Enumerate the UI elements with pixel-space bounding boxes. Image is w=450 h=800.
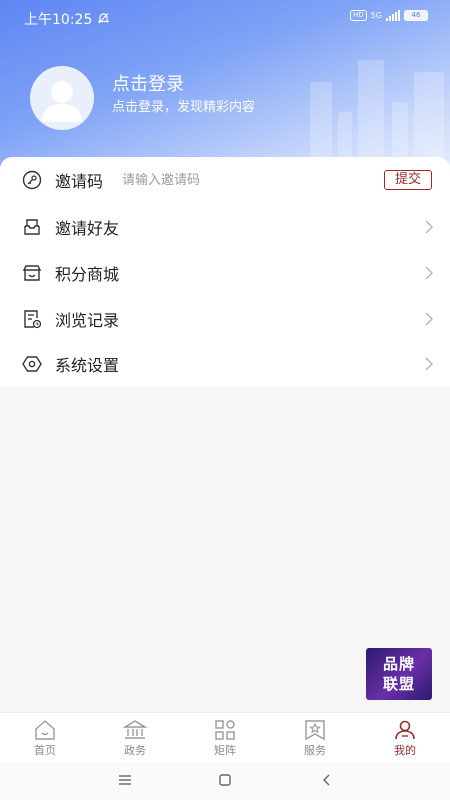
invite-code-row: 邀请码 提交 bbox=[0, 157, 450, 203]
chevron-right-icon bbox=[425, 312, 433, 326]
battery-icon: 46 bbox=[404, 10, 428, 21]
tab-matrix[interactable]: 矩阵 bbox=[180, 713, 270, 762]
menu-item-system-settings[interactable]: 系统设置 bbox=[0, 341, 450, 387]
signal-icon bbox=[386, 10, 400, 21]
tab-government[interactable]: 政务 bbox=[90, 713, 180, 762]
back-icon[interactable] bbox=[318, 772, 336, 788]
menu-card: 邀请码 提交 邀请好友 积分商城 浏览记录 bbox=[0, 157, 450, 387]
network-type: 5G bbox=[370, 11, 382, 20]
chevron-right-icon bbox=[425, 266, 433, 280]
tab-mine[interactable]: 我的 bbox=[360, 713, 450, 762]
alarm-off-icon bbox=[97, 13, 109, 24]
menu-item-label: 浏览记录 bbox=[55, 311, 120, 330]
home-button-icon[interactable] bbox=[216, 772, 234, 788]
menu-item-label: 系统设置 bbox=[55, 356, 120, 375]
menu-item-invite-friends[interactable]: 邀请好友 bbox=[0, 204, 450, 250]
status-time: 上午10:25 bbox=[24, 9, 110, 29]
history-icon bbox=[24, 310, 42, 329]
login-title[interactable]: 点击登录 bbox=[112, 70, 184, 96]
bottom-tab-bar: 首页 政务 矩阵 服务 我的 bbox=[0, 712, 450, 762]
profile-header: 上午10:25 HD 5G 46 点击登录 点击登录，发现精彩内容 bbox=[0, 0, 450, 172]
service-icon bbox=[305, 720, 325, 741]
key-icon bbox=[22, 170, 42, 190]
hd-badge: HD bbox=[350, 10, 367, 21]
menu-item-label: 邀请好友 bbox=[55, 219, 120, 238]
tab-label: 矩阵 bbox=[214, 744, 236, 757]
invite-code-input[interactable] bbox=[122, 168, 322, 192]
menu-item-browse-history[interactable]: 浏览记录 bbox=[0, 296, 450, 342]
settings-icon bbox=[22, 356, 42, 372]
login-subtitle: 点击登录，发现精彩内容 bbox=[112, 100, 256, 115]
brand-line-2: 联盟 bbox=[382, 675, 415, 693]
matrix-icon bbox=[215, 720, 235, 740]
tab-label: 首页 bbox=[34, 744, 56, 757]
home-icon bbox=[35, 720, 55, 740]
invite-code-label: 邀请码 bbox=[55, 172, 104, 191]
user-avatar-icon bbox=[42, 81, 82, 122]
tab-service[interactable]: 服务 bbox=[270, 713, 360, 762]
tab-label: 服务 bbox=[304, 744, 326, 757]
status-indicators: HD 5G 46 bbox=[350, 10, 428, 21]
brand-alliance-badge[interactable]: 品牌 联盟 bbox=[366, 648, 432, 700]
tab-label: 政务 bbox=[124, 744, 146, 757]
brand-line-1: 品牌 bbox=[382, 655, 415, 673]
tab-label: 我的 bbox=[394, 744, 416, 757]
chevron-right-icon bbox=[425, 357, 433, 371]
submit-button[interactable]: 提交 bbox=[384, 170, 432, 190]
status-bar: 上午10:25 HD 5G 46 bbox=[0, 0, 450, 34]
avatar[interactable] bbox=[30, 66, 94, 130]
invite-friends-icon bbox=[24, 219, 40, 235]
menu-item-points-store[interactable]: 积分商城 bbox=[0, 250, 450, 296]
user-icon bbox=[395, 720, 415, 740]
system-nav-bar bbox=[0, 762, 450, 800]
chevron-right-icon bbox=[425, 220, 433, 234]
menu-item-label: 积分商城 bbox=[55, 265, 120, 284]
government-icon bbox=[123, 720, 147, 739]
menu-icon[interactable] bbox=[116, 772, 134, 788]
tab-home[interactable]: 首页 bbox=[0, 713, 90, 762]
store-icon bbox=[22, 265, 42, 281]
